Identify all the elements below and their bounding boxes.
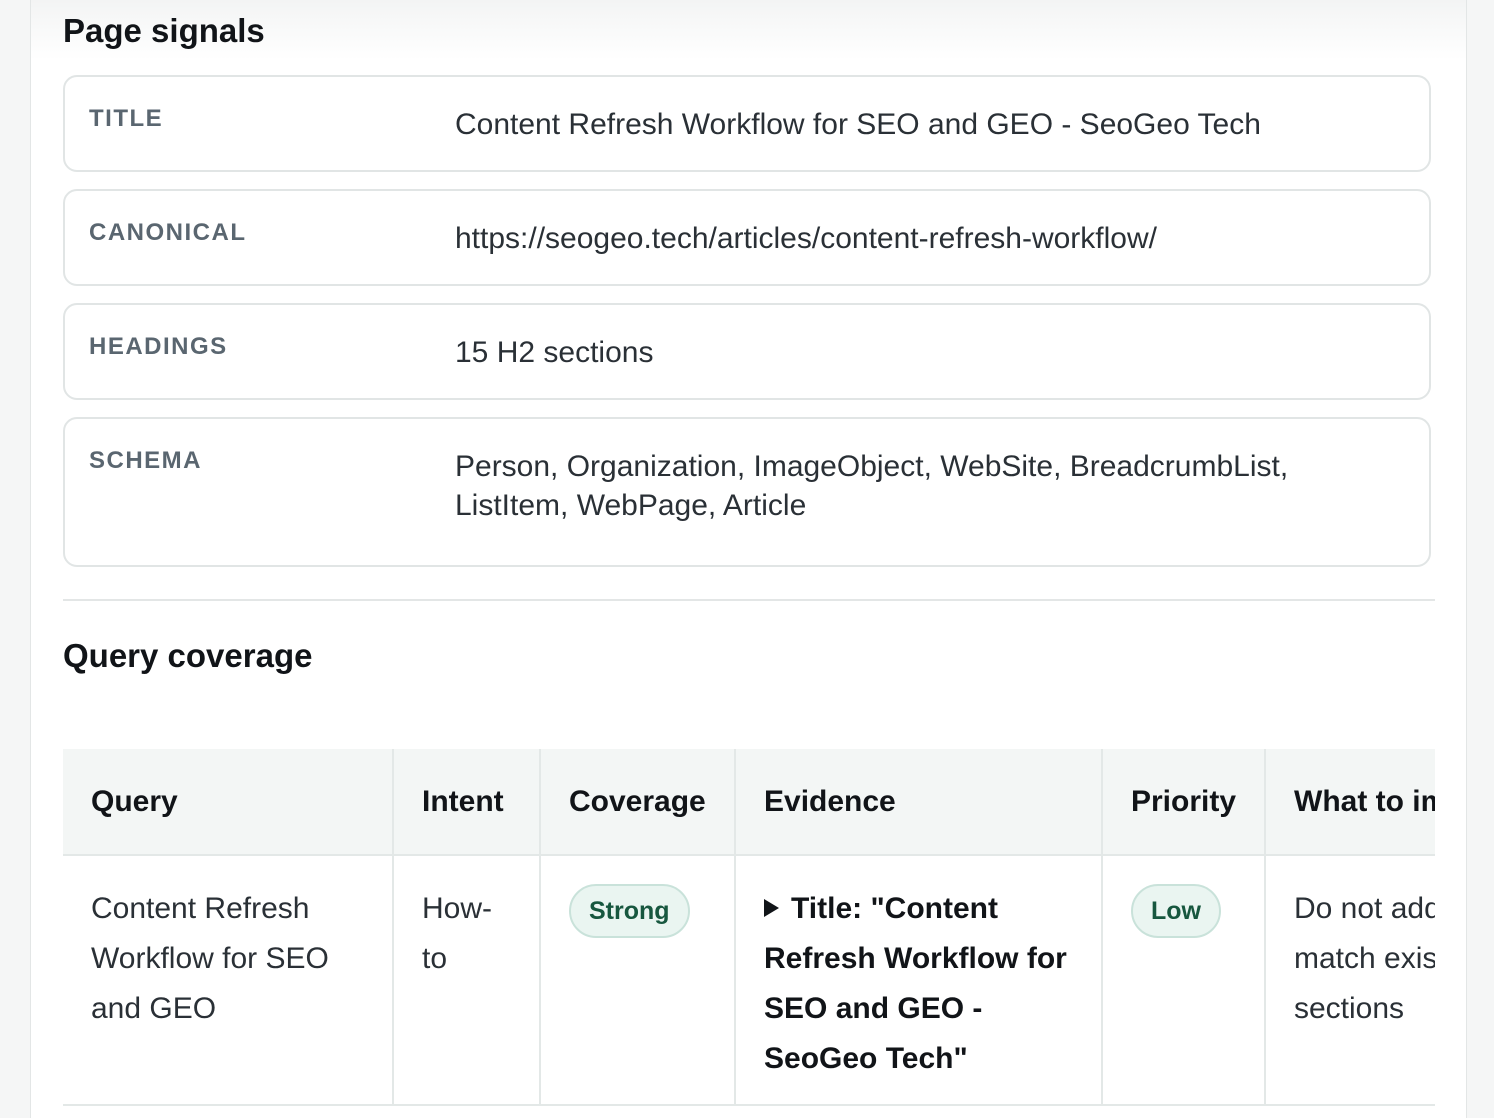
- table-header-row: Query Intent Coverage Evidence Priority …: [63, 749, 1435, 856]
- signal-title: TITLE Content Refresh Workflow for SEO a…: [63, 75, 1431, 172]
- cell-improve: Do not add or exact-match existing secti…: [1265, 855, 1435, 1106]
- table-row: Content Refresh Workflow for SEO and GEO…: [63, 855, 1435, 1106]
- evidence-text: Title: "Content Refresh Workflow for SEO…: [764, 892, 1067, 1075]
- signal-canonical: CANONICAL https://seogeo.tech/articles/c…: [63, 189, 1431, 286]
- column-header-query[interactable]: Query: [63, 749, 394, 856]
- signal-headings: HEADINGS 15 H2 sections: [63, 303, 1431, 400]
- coverage-table-scroll[interactable]: Query Intent Coverage Evidence Priority …: [63, 749, 1435, 1118]
- column-header-improve[interactable]: What to improve: [1265, 749, 1435, 856]
- column-header-intent[interactable]: Intent: [393, 749, 541, 856]
- signal-label: CANONICAL: [89, 219, 247, 246]
- cell-evidence[interactable]: Title: "Content Refresh Workflow for SEO…: [735, 855, 1103, 1106]
- signal-label: SCHEMA: [89, 447, 203, 474]
- cell-priority: Low: [1102, 855, 1266, 1106]
- cell-coverage: Strong: [540, 855, 736, 1106]
- column-header-coverage[interactable]: Coverage: [540, 749, 736, 856]
- expand-triangle-icon[interactable]: [764, 899, 779, 917]
- signal-value: 15 H2 sections: [455, 336, 654, 369]
- cell-query: Content Refresh Workflow for SEO and GEO: [63, 855, 394, 1106]
- section-divider: [63, 599, 1435, 601]
- report-card: Page signals TITLE Content Refresh Workf…: [30, 0, 1467, 1118]
- cell-intent: How-to: [393, 855, 541, 1106]
- column-header-priority[interactable]: Priority: [1102, 749, 1266, 856]
- column-header-evidence[interactable]: Evidence: [735, 749, 1103, 856]
- coverage-table: Query Intent Coverage Evidence Priority …: [63, 749, 1435, 1106]
- signal-label: HEADINGS: [89, 333, 228, 360]
- signal-label: TITLE: [89, 105, 164, 132]
- signal-value: https://seogeo.tech/articles/content-ref…: [455, 222, 1157, 255]
- coverage-badge: Strong: [569, 884, 690, 938]
- signal-value: Content Refresh Workflow for SEO and GEO…: [455, 108, 1261, 141]
- page-signals-title: Page signals: [63, 12, 265, 49]
- priority-badge: Low: [1131, 884, 1221, 938]
- signal-value: Person, Organization, ImageObject, WebSi…: [455, 450, 1289, 522]
- signal-schema: SCHEMA Person, Organization, ImageObject…: [63, 417, 1431, 567]
- query-coverage-title: Query coverage: [63, 637, 313, 674]
